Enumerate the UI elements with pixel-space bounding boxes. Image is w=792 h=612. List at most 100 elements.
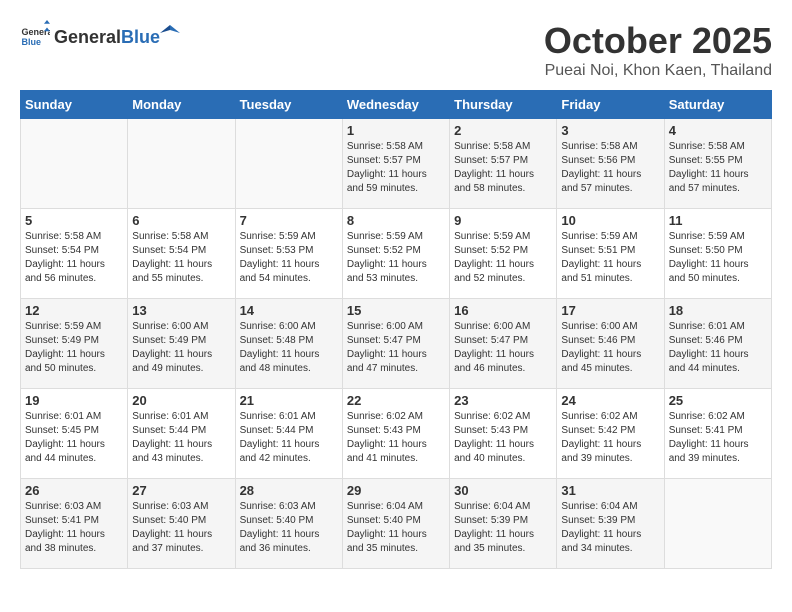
month-title: October 2025 — [544, 20, 772, 62]
calendar-cell: 3Sunrise: 5:58 AMSunset: 5:56 PMDaylight… — [557, 119, 664, 209]
calendar-cell: 9Sunrise: 5:59 AMSunset: 5:52 PMDaylight… — [450, 209, 557, 299]
day-number: 7 — [240, 213, 338, 228]
calendar-cell: 18Sunrise: 6:01 AMSunset: 5:46 PMDayligh… — [664, 299, 771, 389]
calendar-cell: 20 Sunrise: 6:01 AMSunset: 5:44 PMDayligh… — [128, 389, 235, 479]
calendar-week-row: 26 Sunrise: 6:03 AMSunset: 5:41 PMDayligh… — [21, 479, 772, 569]
calendar-cell: 1 Sunrise: 5:58 AMSunset: 5:57 PMDaylight… — [342, 119, 449, 209]
svg-text:Blue: Blue — [22, 37, 42, 47]
day-number: 23 — [454, 393, 552, 408]
calendar-cell: 6 Sunrise: 5:58 AMSunset: 5:54 PMDaylight… — [128, 209, 235, 299]
weekday-header-row: SundayMondayTuesdayWednesdayThursdayFrid… — [21, 91, 772, 119]
day-number: 27 — [132, 483, 230, 498]
day-number: 19 — [25, 393, 123, 408]
day-info: Sunrise: 6:00 AMSunset: 5:49 PMDaylight:… — [132, 320, 230, 376]
day-number: 10 — [561, 213, 659, 228]
weekday-header-friday: Friday — [557, 91, 664, 119]
logo-icon: General Blue — [20, 20, 50, 50]
day-number: 11 — [669, 213, 767, 228]
day-info: Sunrise: 5:59 AMSunset: 5:53 PMDaylight:… — [240, 230, 338, 286]
calendar-cell: 4 Sunrise: 5:58 AMSunset: 5:55 PMDaylight… — [664, 119, 771, 209]
day-number: 5 — [25, 213, 123, 228]
calendar-cell — [664, 479, 771, 569]
calendar-cell: 14 Sunrise: 6:00 AMSunset: 5:48 PMDayligh… — [235, 299, 342, 389]
logo-blue-text: Blue — [121, 27, 160, 48]
day-info: Sunrise: 6:00 AMSunset: 5:47 PMDaylight:… — [347, 320, 445, 376]
calendar-cell: 16 Sunrise: 6:00 AMSunset: 5:47 PMDayligh… — [450, 299, 557, 389]
page-header: General Blue General Blue October 2025 P… — [20, 20, 772, 80]
day-number: 25 — [669, 393, 767, 408]
svg-text:General: General — [22, 27, 51, 37]
calendar-week-row: 19 Sunrise: 6:01 AMSunset: 5:45 PMDayligh… — [21, 389, 772, 479]
day-number: 13 — [132, 303, 230, 318]
calendar-cell: 28 Sunrise: 6:03 AMSunset: 5:40 PMDayligh… — [235, 479, 342, 569]
day-info: Sunrise: 6:03 AMSunset: 5:40 PMDaylight:… — [132, 500, 230, 556]
day-info: Sunrise: 6:01 AMSunset: 5:44 PMDaylight:… — [132, 410, 230, 466]
calendar-cell — [21, 119, 128, 209]
day-number: 17 — [561, 303, 659, 318]
day-number: 28 — [240, 483, 338, 498]
day-number: 26 — [25, 483, 123, 498]
day-info: Sunrise: 6:04 AMSunset: 5:39 PMDaylight:… — [454, 500, 552, 556]
day-info: Sunrise: 6:02 AMSunset: 5:43 PMDaylight:… — [347, 410, 445, 466]
calendar-cell: 22 Sunrise: 6:02 AMSunset: 5:43 PMDayligh… — [342, 389, 449, 479]
day-number: 9 — [454, 213, 552, 228]
logo-general-text: General — [54, 27, 121, 48]
day-info: Sunrise: 5:59 AMSunset: 5:51 PMDaylight:… — [561, 230, 659, 286]
logo-bird-icon — [160, 23, 180, 43]
day-info: Sunrise: 5:58 AMSunset: 5:54 PMDaylight:… — [132, 230, 230, 286]
day-info: Sunrise: 6:01 AMSunset: 5:44 PMDaylight:… — [240, 410, 338, 466]
day-number: 15 — [347, 303, 445, 318]
calendar-week-row: 5 Sunrise: 5:58 AMSunset: 5:54 PMDaylight… — [21, 209, 772, 299]
calendar-cell — [128, 119, 235, 209]
weekday-header-sunday: Sunday — [21, 91, 128, 119]
calendar-cell: 29Sunrise: 6:04 AMSunset: 5:40 PMDayligh… — [342, 479, 449, 569]
day-number: 22 — [347, 393, 445, 408]
day-number: 6 — [132, 213, 230, 228]
day-info: Sunrise: 6:04 AMSunset: 5:39 PMDaylight:… — [561, 500, 659, 556]
day-number: 16 — [454, 303, 552, 318]
calendar-week-row: 12 Sunrise: 5:59 AMSunset: 5:49 PMDayligh… — [21, 299, 772, 389]
weekday-header-tuesday: Tuesday — [235, 91, 342, 119]
calendar-cell: 7 Sunrise: 5:59 AMSunset: 5:53 PMDaylight… — [235, 209, 342, 299]
day-info: Sunrise: 5:59 AMSunset: 5:49 PMDaylight:… — [25, 320, 123, 376]
day-info: Sunrise: 6:00 AMSunset: 5:47 PMDaylight:… — [454, 320, 552, 376]
calendar-cell: 15 Sunrise: 6:00 AMSunset: 5:47 PMDayligh… — [342, 299, 449, 389]
logo: General Blue General Blue — [20, 20, 180, 50]
day-info: Sunrise: 6:02 AMSunset: 5:42 PMDaylight:… — [561, 410, 659, 466]
calendar-cell: 17 Sunrise: 6:00 AMSunset: 5:46 PMDayligh… — [557, 299, 664, 389]
day-info: Sunrise: 6:01 AMSunset: 5:45 PMDaylight:… — [25, 410, 123, 466]
day-number: 21 — [240, 393, 338, 408]
day-info: Sunrise: 6:03 AMSunset: 5:41 PMDaylight:… — [25, 500, 123, 556]
calendar-cell: 21 Sunrise: 6:01 AMSunset: 5:44 PMDayligh… — [235, 389, 342, 479]
calendar-cell: 19 Sunrise: 6:01 AMSunset: 5:45 PMDayligh… — [21, 389, 128, 479]
day-info: Sunrise: 5:58 AMSunset: 5:57 PMDaylight:… — [347, 140, 445, 196]
calendar-cell: 24Sunrise: 6:02 AMSunset: 5:42 PMDayligh… — [557, 389, 664, 479]
day-number: 12 — [25, 303, 123, 318]
day-info: Sunrise: 6:00 AMSunset: 5:48 PMDaylight:… — [240, 320, 338, 376]
calendar-week-row: 1 Sunrise: 5:58 AMSunset: 5:57 PMDaylight… — [21, 119, 772, 209]
day-info: Sunrise: 6:00 AMSunset: 5:46 PMDaylight:… — [561, 320, 659, 376]
calendar-cell: 12 Sunrise: 5:59 AMSunset: 5:49 PMDayligh… — [21, 299, 128, 389]
calendar-cell — [235, 119, 342, 209]
day-info: Sunrise: 5:59 AMSunset: 5:52 PMDaylight:… — [347, 230, 445, 286]
title-block: October 2025 Pueai Noi, Khon Kaen, Thail… — [544, 20, 772, 80]
location-title: Pueai Noi, Khon Kaen, Thailand — [544, 62, 772, 80]
calendar-cell: 30Sunrise: 6:04 AMSunset: 5:39 PMDayligh… — [450, 479, 557, 569]
day-number: 2 — [454, 123, 552, 138]
day-info: Sunrise: 5:58 AMSunset: 5:55 PMDaylight:… — [669, 140, 767, 196]
weekday-header-monday: Monday — [128, 91, 235, 119]
day-info: Sunrise: 6:03 AMSunset: 5:40 PMDaylight:… — [240, 500, 338, 556]
day-info: Sunrise: 5:58 AMSunset: 5:54 PMDaylight:… — [25, 230, 123, 286]
day-number: 20 — [132, 393, 230, 408]
day-info: Sunrise: 6:04 AMSunset: 5:40 PMDaylight:… — [347, 500, 445, 556]
calendar-cell: 8Sunrise: 5:59 AMSunset: 5:52 PMDaylight… — [342, 209, 449, 299]
calendar-cell: 5 Sunrise: 5:58 AMSunset: 5:54 PMDaylight… — [21, 209, 128, 299]
day-info: Sunrise: 5:58 AMSunset: 5:57 PMDaylight:… — [454, 140, 552, 196]
calendar-cell: 2 Sunrise: 5:58 AMSunset: 5:57 PMDaylight… — [450, 119, 557, 209]
day-number: 14 — [240, 303, 338, 318]
day-info: Sunrise: 6:01 AMSunset: 5:46 PMDaylight:… — [669, 320, 767, 376]
calendar-cell: 26 Sunrise: 6:03 AMSunset: 5:41 PMDayligh… — [21, 479, 128, 569]
day-number: 4 — [669, 123, 767, 138]
weekday-header-saturday: Saturday — [664, 91, 771, 119]
day-number: 1 — [347, 123, 445, 138]
